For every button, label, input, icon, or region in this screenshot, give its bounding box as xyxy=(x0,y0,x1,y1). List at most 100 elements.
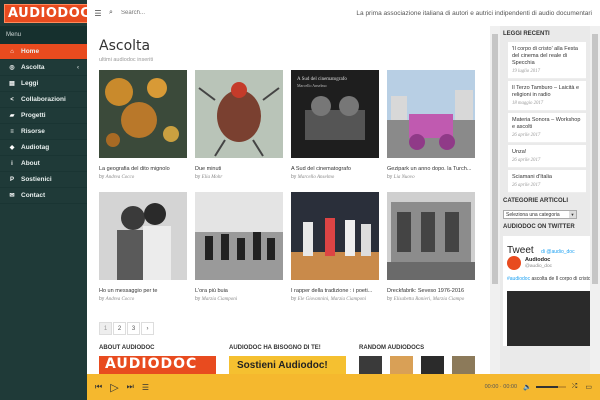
logo-text[interactable]: AUDIODOC xyxy=(4,3,95,23)
right-scrollbar-thumb[interactable] xyxy=(592,34,598,284)
previous-track-icon[interactable]: ⏮ xyxy=(95,382,102,392)
thumbnail-caption: A Sud del cinematografo xyxy=(297,77,347,82)
audiodoc-card[interactable]: L'ora più buia by Marzia Ciamponi xyxy=(195,192,283,302)
card-thumbnail[interactable]: A Sud del cinematografo Marcello Anselmo xyxy=(291,70,379,158)
card-title[interactable]: L'ora più buia xyxy=(195,288,283,294)
card-title[interactable]: La geografia del dito mignolo xyxy=(99,166,187,172)
random-audiodoc-thumbnail[interactable] xyxy=(359,356,382,374)
sidebar-item-leggi[interactable]: ▤ Leggi xyxy=(0,76,87,92)
audiodoc-card[interactable]: Gezipark un anno dopo. la Turch... by Li… xyxy=(387,70,475,180)
audiodoc-card[interactable]: La geografia del dito mignolo by Andrea … xyxy=(99,70,187,180)
page-1-button[interactable]: 1 xyxy=(99,322,112,335)
random-audiodoc-thumbnail[interactable] xyxy=(421,356,444,374)
sidebar-item-sostienici[interactable]: P Sostienici xyxy=(0,172,87,188)
site-logo[interactable]: AUDIODOC xyxy=(0,0,95,26)
recent-post-date: 26 aprile 2017 xyxy=(512,133,541,138)
recent-post-title[interactable]: Il Terzo Tamburo – Laicità e religioni i… xyxy=(512,85,582,99)
sidebar-item-label: Contact xyxy=(21,192,46,199)
categories-title: CATEGORIE ARTICOLI xyxy=(503,198,568,204)
recent-post-title[interactable]: Sciamani d'Italia xyxy=(512,174,582,181)
card-thumbnail[interactable] xyxy=(195,70,283,158)
card-title[interactable]: Due minuti xyxy=(195,166,283,172)
right-scrollbar[interactable] xyxy=(590,26,600,374)
book-icon: ▤ xyxy=(9,80,15,87)
recent-post-item[interactable]: 'Il corpo di cristo' alla Festa del cine… xyxy=(508,42,586,79)
avatar[interactable] xyxy=(507,256,521,270)
sidebar-item-progetti[interactable]: ▰ Progetti xyxy=(0,108,87,124)
card-title[interactable]: I rapper della tradizione : i poeti... xyxy=(291,288,379,294)
audiodoc-card[interactable]: I rapper della tradizione : i poeti... b… xyxy=(291,192,379,302)
random-audiodoc-thumbnail[interactable] xyxy=(452,356,475,374)
hashtag-link[interactable]: #audiodoc xyxy=(507,276,530,282)
card-thumbnail[interactable] xyxy=(387,192,475,280)
hamburger-menu-icon[interactable]: ☰ xyxy=(87,9,109,18)
card-title[interactable]: Ho un messaggio per te xyxy=(99,288,187,294)
audio-player: ⏮ ▷ ⏭ ☰ 00:00 · 00:00 🔈 ⤮ ▭ xyxy=(87,374,600,400)
sidebar-item-about[interactable]: i About xyxy=(0,156,87,172)
card-title[interactable]: Gezipark un anno dopo. la Turch... xyxy=(387,166,475,172)
recent-post-item[interactable]: Materia Sonora – Workshop e ascolti 26 ap… xyxy=(508,113,586,143)
search-icon[interactable]: ⌕ xyxy=(109,9,121,17)
tweet-image[interactable] xyxy=(507,291,593,346)
next-track-icon[interactable]: ⏭ xyxy=(127,382,134,392)
audiodoc-card[interactable]: Dreckfabrik: Seveso 1976-2016 by Elisabe… xyxy=(387,192,475,302)
sidebar-item-label: Home xyxy=(21,48,40,55)
recent-post-item[interactable]: Il Terzo Tamburo – Laicità e religioni i… xyxy=(508,81,586,111)
card-thumbnail[interactable] xyxy=(195,192,283,280)
play-icon[interactable]: ▷ xyxy=(110,381,118,394)
next-page-button[interactable]: › xyxy=(141,322,154,335)
category-select[interactable]: Seleziona una categoria ▼ xyxy=(503,210,577,219)
shuffle-icon[interactable]: ⤮ xyxy=(572,383,578,391)
card-title[interactable]: A Sud del cinematografo xyxy=(291,166,379,172)
category-select-value: Seleziona una categoria xyxy=(506,211,560,218)
card-author: by Ele Giovannini, Marzia Ciamponi xyxy=(291,296,367,302)
sidebar-item-label: Leggi xyxy=(21,80,39,87)
sidebar-item-collaborazioni[interactable]: < Collaborazioni xyxy=(0,92,87,108)
support-banner[interactable]: Sostieni Audiodoc! xyxy=(229,356,346,374)
chevron-down-icon[interactable]: ▼ xyxy=(569,211,576,218)
card-thumbnail[interactable] xyxy=(387,70,475,158)
tweet-handle-link[interactable]: di @audio_doc xyxy=(541,249,574,255)
volume-icon[interactable]: 🔈 xyxy=(523,383,532,391)
tweet-author-name[interactable]: Audiodoc xyxy=(525,257,550,263)
card-thumbnail[interactable] xyxy=(99,70,187,158)
list-icon: ≡ xyxy=(10,128,14,135)
sidebar-item-home[interactable]: ⌂ Home xyxy=(0,44,87,60)
sidebar-item-audiotag[interactable]: ◆ Audiotag xyxy=(0,140,87,156)
recent-post-item[interactable]: Unza! 26 aprile 2017 xyxy=(508,145,586,168)
audiodoc-card[interactable]: Ho un messaggio per te by Andrea Cocco xyxy=(99,192,187,302)
sidebar-item-risorse[interactable]: ≡ Risorse xyxy=(0,124,87,140)
thumbnail-caption-author: Marcello Anselmo xyxy=(297,83,327,88)
expand-icon[interactable]: ▭ xyxy=(585,383,592,391)
recent-posts-title: LEGGI RECENTI xyxy=(503,31,550,37)
card-author: by Marcello Anselmo xyxy=(291,174,335,180)
tweet-author-handle[interactable]: @audio_doc xyxy=(525,264,552,269)
card-title[interactable]: Dreckfabrik: Seveso 1976-2016 xyxy=(387,288,475,294)
chevron-left-icon[interactable]: ‹ xyxy=(77,65,79,71)
volume-slider[interactable] xyxy=(535,386,566,388)
page-2-button[interactable]: 2 xyxy=(113,322,126,335)
sidebar-item-ascolta[interactable]: ◎ Ascolta ‹ xyxy=(0,60,87,76)
card-thumbnail[interactable] xyxy=(291,192,379,280)
audiodoc-card[interactable]: Due minuti by Elia Mohr xyxy=(195,70,283,180)
sidebar-item-contact[interactable]: ✉ Contact xyxy=(0,188,87,204)
sidebar-item-label: Sostienici xyxy=(21,176,52,183)
main-scrollbar[interactable] xyxy=(490,26,500,374)
folder-icon: ▰ xyxy=(9,112,15,119)
main-scrollbar-thumb[interactable] xyxy=(492,34,498,284)
recent-post-item[interactable]: Sciamani d'Italia 26 aprile 2017 xyxy=(508,170,586,193)
card-thumbnail[interactable] xyxy=(99,192,187,280)
tag-icon: ◆ xyxy=(9,144,15,151)
random-audiodoc-thumbnail[interactable] xyxy=(390,356,413,374)
search-input[interactable] xyxy=(121,10,241,16)
tweet-text: #audiodoc ascolta de Il corpo di cristo xyxy=(507,276,591,282)
audiodoc-card[interactable]: A Sud del cinematografo Marcello Anselmo… xyxy=(291,70,379,180)
sidebar-item-label: Collaborazioni xyxy=(21,96,66,103)
playlist-icon[interactable]: ☰ xyxy=(142,383,149,392)
card-author: by Andrea Cocco xyxy=(99,174,135,180)
recent-post-title[interactable]: Unza! xyxy=(512,149,582,156)
recent-post-title[interactable]: 'Il corpo di cristo' alla Festa del cine… xyxy=(512,46,582,67)
page-3-button[interactable]: 3 xyxy=(127,322,140,335)
recent-post-title[interactable]: Materia Sonora – Workshop e ascolti xyxy=(512,117,582,131)
about-logo[interactable]: AUDIODOC xyxy=(99,356,216,374)
